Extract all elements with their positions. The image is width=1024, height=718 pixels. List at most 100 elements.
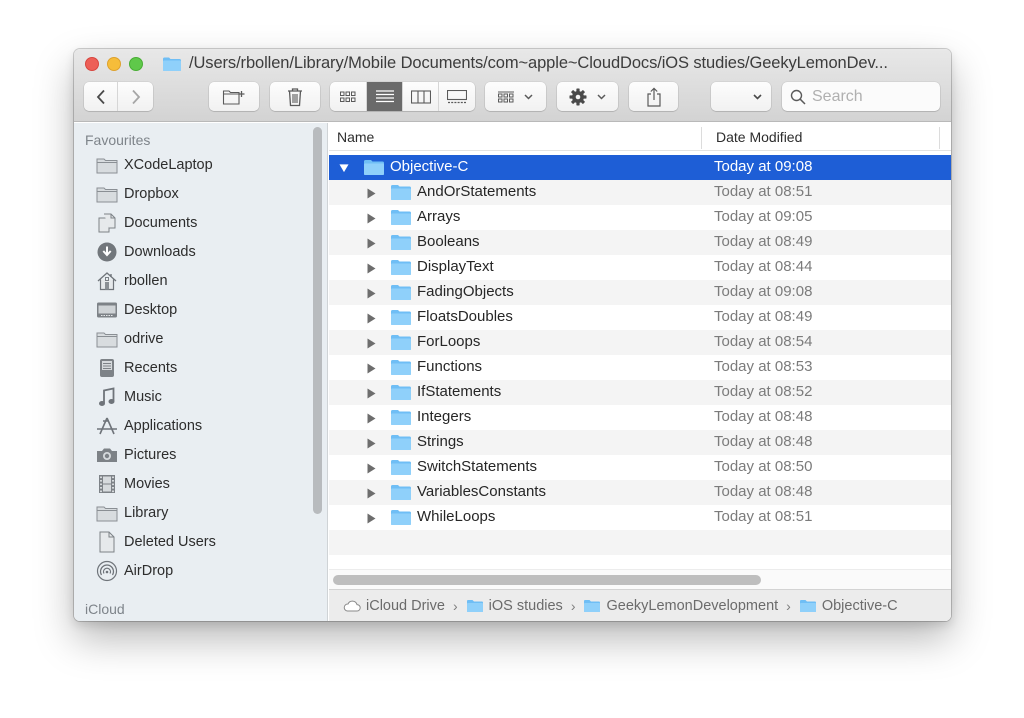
row-name: Strings <box>417 433 464 450</box>
gallery-view-button[interactable] <box>439 82 475 111</box>
column-divider[interactable] <box>939 127 940 149</box>
disclosure-collapsed-icon <box>367 288 375 298</box>
table-row[interactable]: Strings Today at 08:48 <box>329 430 951 455</box>
sidebar-item-airdrop[interactable]: AirDrop <box>96 559 173 583</box>
sidebar-item-label: Downloads <box>124 244 196 260</box>
table-row[interactable]: FloatsDoubles Today at 08:49 <box>329 305 951 330</box>
back-button[interactable] <box>84 82 118 111</box>
column-name[interactable]: Name <box>337 129 374 145</box>
delete-button[interactable] <box>270 82 320 111</box>
folder-icon-wrap <box>390 209 412 231</box>
share-button[interactable] <box>629 82 678 111</box>
table-row[interactable]: SwitchStatements Today at 08:50 <box>329 455 951 480</box>
list-view-button[interactable] <box>367 82 403 111</box>
forward-button[interactable] <box>118 82 153 111</box>
column-view-button[interactable] <box>403 82 439 111</box>
disclosure-triangle[interactable] <box>366 337 376 349</box>
sidebar-item-downloads[interactable]: Downloads <box>96 240 196 264</box>
folder-icon <box>391 285 411 300</box>
folder-icon-wrap <box>390 309 412 331</box>
titlebar: /Users/rbollen/Library/Mobile Documents/… <box>74 49 951 122</box>
tags-dropdown[interactable] <box>711 82 771 111</box>
sidebar-item-desktop[interactable]: Desktop <box>96 298 177 322</box>
sidebar-item-label: Applications <box>124 418 203 434</box>
sidebar-item-dropbox[interactable]: Dropbox <box>96 182 179 206</box>
disclosure-triangle[interactable] <box>366 437 376 449</box>
path-item[interactable]: iCloud Drive <box>343 598 445 614</box>
folder-icon <box>391 260 411 275</box>
minimize-button[interactable] <box>107 57 121 71</box>
table-row[interactable]: WhileLoops Today at 08:51 <box>329 505 951 530</box>
sidebar-section-favourites: Favourites <box>85 132 151 148</box>
sidebar-item-recents[interactable]: Recents <box>96 356 177 380</box>
disclosure-triangle[interactable] <box>366 187 376 199</box>
sidebar-item-xcodelaptop[interactable]: XCodeLaptop <box>96 153 213 177</box>
disclosure-collapsed-icon <box>367 513 375 523</box>
table-row[interactable]: ForLoops Today at 08:54 <box>329 330 951 355</box>
path-item[interactable]: iOS studies <box>466 598 563 614</box>
desktop-icon <box>97 302 117 318</box>
row-date: Today at 08:49 <box>714 308 813 325</box>
chevron-down-icon <box>524 93 533 100</box>
table-row[interactable]: AndOrStatements Today at 08:51 <box>329 180 951 205</box>
column-divider[interactable] <box>701 127 702 149</box>
path-item[interactable]: Objective-C <box>799 598 898 614</box>
disclosure-triangle[interactable] <box>366 212 376 224</box>
sidebar-item-odrive[interactable]: odrive <box>96 327 164 351</box>
path-item-label: iCloud Drive <box>366 597 445 614</box>
folder-icon <box>466 599 483 612</box>
sidebar-item-library[interactable]: Library <box>96 501 168 525</box>
sidebar-item-music[interactable]: Music <box>96 385 162 409</box>
table-row[interactable]: Functions Today at 08:53 <box>329 355 951 380</box>
table-row[interactable]: FadingObjects Today at 09:08 <box>329 280 951 305</box>
disclosure-triangle[interactable] <box>366 512 376 524</box>
music-icon <box>99 387 115 406</box>
folder-icon-wrap <box>390 434 412 456</box>
table-row[interactable]: Arrays Today at 09:05 <box>329 205 951 230</box>
disclosure-triangle[interactable] <box>366 262 376 274</box>
zoom-button[interactable] <box>129 57 143 71</box>
disclosure-triangle[interactable] <box>366 312 376 324</box>
folder-icon <box>96 332 118 348</box>
row-name: IfStatements <box>417 383 502 400</box>
sidebar-item-label: Dropbox <box>124 186 179 202</box>
sidebar-item-movies[interactable]: Movies <box>96 472 170 496</box>
row-name: FadingObjects <box>417 283 514 300</box>
new-folder-button[interactable] <box>209 82 259 111</box>
table-row[interactable]: Booleans Today at 08:49 <box>329 230 951 255</box>
table-row[interactable]: VariablesConstants Today at 08:48 <box>329 480 951 505</box>
row-name: SwitchStatements <box>417 458 538 475</box>
column-date-modified[interactable]: Date Modified <box>716 129 802 145</box>
sidebar-item-rbollen[interactable]: rbollen <box>96 269 168 293</box>
disclosure-triangle[interactable] <box>366 462 376 474</box>
disclosure-triangle[interactable] <box>366 287 376 299</box>
folder-icon <box>96 158 118 174</box>
disclosure-triangle[interactable] <box>339 162 349 174</box>
path-separator: › <box>570 597 576 614</box>
disclosure-triangle[interactable] <box>366 387 376 399</box>
path-item[interactable]: GeekyLemonDevelopment <box>583 598 778 614</box>
table-row[interactable]: IfStatements Today at 08:52 <box>329 380 951 405</box>
disclosure-triangle[interactable] <box>366 362 376 374</box>
icon-view-button[interactable] <box>330 82 367 111</box>
horizontal-scrollbar-thumb[interactable] <box>333 575 761 585</box>
sidebar-item-pictures[interactable]: Pictures <box>96 443 176 467</box>
sidebar-item-applications[interactable]: Applications <box>96 414 202 438</box>
close-button[interactable] <box>85 57 99 71</box>
disclosure-triangle[interactable] <box>366 487 376 499</box>
action-button[interactable] <box>557 82 618 111</box>
search-input[interactable]: Search <box>782 82 940 111</box>
trash-icon <box>288 87 302 106</box>
disclosure-triangle[interactable] <box>366 412 376 424</box>
sidebar-item-deleted-users[interactable]: Deleted Users <box>96 530 216 554</box>
row-date: Today at 09:05 <box>714 208 813 225</box>
table-row[interactable]: Objective-C Today at 09:08 <box>329 155 951 180</box>
disclosure-triangle[interactable] <box>366 237 376 249</box>
table-row[interactable]: DisplayText Today at 08:44 <box>329 255 951 280</box>
gear-icon <box>569 88 587 105</box>
sidebar-item-documents[interactable]: Documents <box>96 211 197 235</box>
group-by-button[interactable] <box>485 82 546 111</box>
sidebar-scrollbar[interactable] <box>313 127 322 514</box>
table-row[interactable]: Integers Today at 08:48 <box>329 405 951 430</box>
path-item-label: iOS studies <box>488 597 563 614</box>
